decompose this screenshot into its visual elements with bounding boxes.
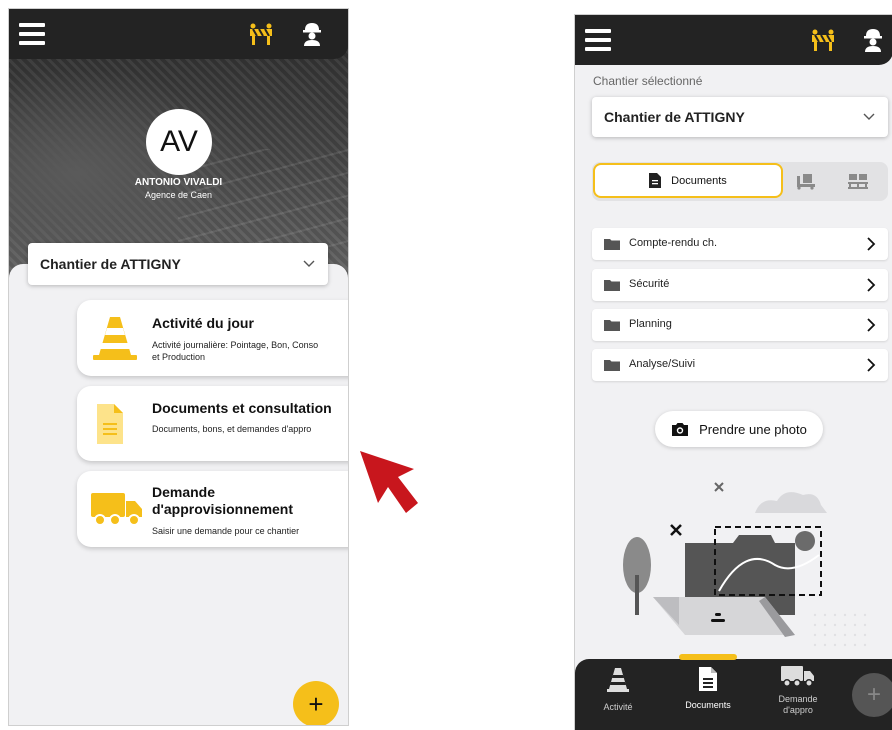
left-screen: AV ANTONIO VIVALDI Agence de Caen Chanti… <box>8 8 349 726</box>
menu-icon[interactable] <box>585 29 611 51</box>
user-agency: Agence de Caen <box>144 190 213 200</box>
site-selector-value: Chantier de ATTIGNY <box>40 256 181 272</box>
folder-label: Analyse/Suivi <box>629 358 696 370</box>
nav-activity[interactable]: Activité <box>583 667 653 713</box>
add-button[interactable]: + <box>852 673 892 717</box>
chevron-down-icon <box>303 260 315 267</box>
take-photo-label: Prendre une photo <box>699 421 807 437</box>
folder-label: Planning <box>629 318 672 330</box>
worker-icon[interactable] <box>301 21 323 47</box>
pointer-arrow <box>360 451 418 513</box>
nav-supply-request-label: Demande d'appro <box>778 694 818 715</box>
top-bar <box>9 9 348 59</box>
site-selector-value: Chantier de ATTIGNY <box>604 109 745 125</box>
chevron-right-icon <box>867 358 876 372</box>
chevron-right-icon <box>867 237 876 251</box>
selected-site-label: Chantier sélectionné <box>593 74 703 88</box>
folder-label: Sécurité <box>629 278 670 290</box>
documents-card-subtitle: Documents, bons, et demandes d'appro <box>152 424 312 434</box>
nav-documents[interactable]: Documents <box>673 667 743 711</box>
folder-icon <box>604 360 620 371</box>
folder-label: Compte-rendu ch. <box>629 237 718 249</box>
nav-documents-label: Documents <box>685 700 731 710</box>
add-button[interactable]: + <box>293 681 339 725</box>
folder-icon <box>604 280 620 291</box>
folder-icon <box>604 320 620 331</box>
document-icon <box>97 403 123 444</box>
pallet-truck-icon[interactable] <box>795 172 817 190</box>
empty-state-illustration <box>623 482 867 647</box>
top-bar <box>575 15 892 65</box>
folder-icon <box>604 239 620 250</box>
folder-item[interactable]: Sécurité <box>592 269 888 301</box>
section-switcher: Documents <box>592 162 888 201</box>
supply-request-card-title: Demande d'approvisionnement <box>152 484 294 517</box>
chevron-right-icon <box>867 318 876 332</box>
supply-request-card-subtitle: Saisir une demande pour ce chantier <box>152 526 300 536</box>
documents-card-title: Documents et consultation <box>152 400 332 416</box>
folder-item[interactable]: Compte-rendu ch. <box>592 228 888 260</box>
worker-icon[interactable] <box>862 27 884 53</box>
tab-documents[interactable]: Documents <box>593 163 783 198</box>
bottom-navigation: Activité Documents Demande d'appro + <box>575 654 892 730</box>
camera-icon <box>672 422 689 436</box>
active-tab-indicator <box>679 654 737 660</box>
activity-card[interactable]: Activité du jour Activité journalière: P… <box>77 300 348 376</box>
menu-icon[interactable] <box>19 23 45 45</box>
right-screen: Chantier sélectionné Chantier de ATTIGNY… <box>574 14 892 730</box>
activity-card-title: Activité du jour <box>152 315 254 331</box>
traffic-cone-icon <box>93 317 137 360</box>
barrier-icon[interactable] <box>810 27 836 53</box>
folder-item[interactable]: Analyse/Suivi <box>592 349 888 381</box>
take-photo-button[interactable]: Prendre une photo <box>655 411 823 447</box>
truck-icon <box>781 666 814 687</box>
nav-supply-request[interactable]: Demande d'appro <box>763 665 833 716</box>
nav-activity-label: Activité <box>603 702 633 712</box>
activity-card-subtitle: Activité journalière: Pointage, Bon, Con… <box>152 340 319 362</box>
document-icon <box>699 667 717 691</box>
chevron-down-icon <box>863 113 875 120</box>
documents-card[interactable]: Documents et consultation Documents, bon… <box>77 386 348 461</box>
barrier-icon[interactable] <box>248 21 274 47</box>
avatar[interactable]: AV <box>146 109 212 175</box>
document-icon <box>649 173 662 188</box>
site-selector[interactable]: Chantier de ATTIGNY <box>592 97 888 137</box>
user-name: ANTONIO VIVALDI <box>134 177 223 188</box>
site-selector[interactable]: Chantier de ATTIGNY <box>28 243 328 285</box>
chevron-right-icon <box>867 278 876 292</box>
tab-documents-label: Documents <box>671 174 727 187</box>
truck-icon <box>91 493 142 526</box>
supply-request-card[interactable]: Demande d'approvisionnement Saisir une d… <box>77 471 348 547</box>
folder-item[interactable]: Planning <box>592 309 888 341</box>
traffic-cone-icon <box>607 668 629 692</box>
pallets-icon[interactable] <box>847 172 869 190</box>
